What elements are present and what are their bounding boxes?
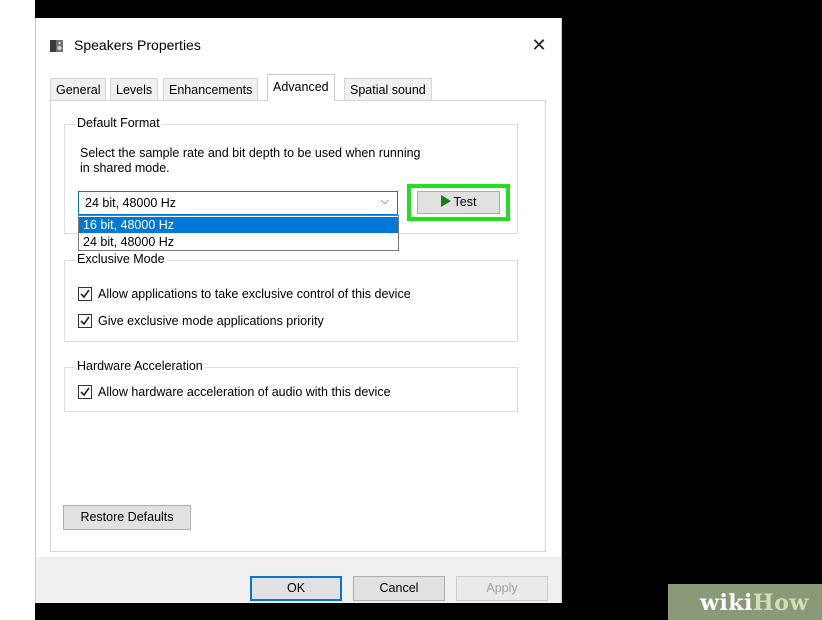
- exclusive-mode-legend: Exclusive Mode: [75, 252, 167, 266]
- apply-button[interactable]: Apply: [456, 576, 548, 601]
- sample-rate-options-list: 16 bit, 48000 Hz 24 bit, 48000 Hz: [78, 215, 399, 251]
- tab-general[interactable]: General: [50, 78, 107, 100]
- wikihow-watermark: wikiHow: [700, 590, 809, 616]
- allow-exclusive-control-label: Allow applications to take exclusive con…: [98, 287, 411, 301]
- sample-rate-dropdown[interactable]: 24 bit, 48000 Hz ⌵: [78, 191, 398, 215]
- checkmark-icon: [80, 387, 90, 397]
- watermark-wiki: wiki: [700, 590, 753, 616]
- close-icon[interactable]: ✕: [525, 31, 553, 59]
- tab-spatial-sound[interactable]: Spatial sound: [344, 78, 432, 100]
- sample-rate-option-24bit[interactable]: 24 bit, 48000 Hz: [79, 234, 398, 250]
- background-right: [562, 0, 822, 620]
- tab-enhancements[interactable]: Enhancements: [163, 78, 259, 100]
- speaker-icon: [50, 40, 63, 52]
- give-priority-label: Give exclusive mode applications priorit…: [98, 314, 324, 328]
- watermark-how: How: [752, 590, 809, 616]
- test-button-label: Test: [453, 195, 477, 209]
- chevron-down-icon[interactable]: ⌵: [381, 195, 389, 208]
- test-button[interactable]: Test: [417, 191, 500, 214]
- checkmark-icon: [80, 316, 90, 326]
- sample-rate-option-16bit[interactable]: 16 bit, 48000 Hz: [79, 217, 398, 233]
- default-format-legend: Default Format: [75, 116, 162, 130]
- play-icon: [440, 195, 451, 207]
- give-priority-checkbox[interactable]: [78, 314, 92, 328]
- allow-exclusive-control-checkbox[interactable]: [78, 287, 92, 301]
- title-bar: Speakers Properties ✕: [36, 18, 561, 70]
- tab-levels[interactable]: Levels: [110, 78, 159, 100]
- restore-defaults-button[interactable]: Restore Defaults: [63, 505, 191, 530]
- tab-advanced[interactable]: Advanced: [267, 74, 335, 101]
- default-format-description-line2: in shared mode.: [80, 161, 170, 175]
- default-format-description-line1: Select the sample rate and bit depth to …: [80, 146, 421, 160]
- sample-rate-selected-value: 24 bit, 48000 Hz: [85, 196, 177, 210]
- cancel-button[interactable]: Cancel: [353, 576, 445, 601]
- hardware-acceleration-legend: Hardware Acceleration: [75, 359, 205, 373]
- background-left: [0, 0, 35, 620]
- allow-hw-acceleration-label: Allow hardware acceleration of audio wit…: [98, 385, 391, 399]
- ok-button[interactable]: OK: [250, 576, 342, 601]
- window-title: Speakers Properties: [74, 37, 201, 53]
- allow-hw-acceleration-checkbox[interactable]: [78, 385, 92, 399]
- checkmark-icon: [80, 289, 90, 299]
